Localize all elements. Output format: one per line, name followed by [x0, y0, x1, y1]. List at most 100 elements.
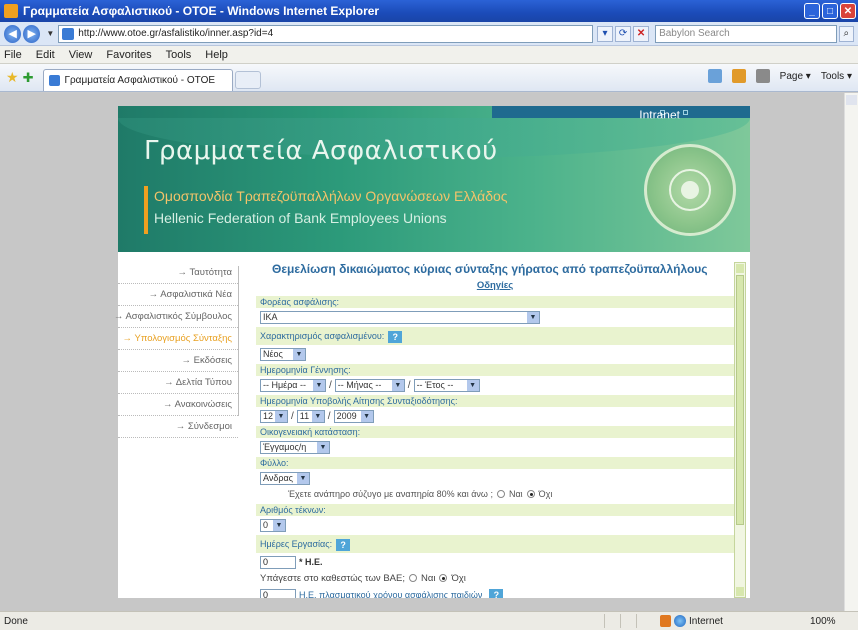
- tools-menu[interactable]: Tools ▾: [821, 71, 852, 82]
- nav-item-publications[interactable]: → Εκδόσεις: [118, 350, 238, 372]
- menu-file[interactable]: File: [4, 49, 22, 61]
- home-icon[interactable]: [707, 69, 722, 83]
- page-scrollbar[interactable]: [844, 93, 858, 611]
- insurer-label: Φορέας ασφάλισης:: [256, 296, 734, 308]
- print-icon[interactable]: [755, 69, 770, 83]
- tab-active[interactable]: Γραμματεία Ασφαλιστικού - ΟΤΟΕ: [43, 68, 234, 91]
- bae-yes-radio[interactable]: [408, 574, 417, 582]
- new-tab-button[interactable]: [235, 70, 262, 89]
- add-favorite-icon[interactable]: ✚: [23, 70, 34, 86]
- nav-item-insurance-advisor[interactable]: → Ασφαλιστικός Σύμβουλος: [114, 306, 238, 328]
- menu-view[interactable]: View: [69, 49, 93, 61]
- maximize-button[interactable]: □: [822, 3, 838, 19]
- nav-divider: [238, 266, 239, 416]
- sex-select[interactable]: Ανδρας ▼: [260, 471, 310, 485]
- nav-item-insurance-news[interactable]: → Ασφαλιστικά Νέα: [118, 284, 238, 306]
- status-text: Done: [4, 615, 28, 627]
- window-title: Γραμματεία Ασφαλιστικού - ΟΤΟΕ - Windows…: [23, 4, 380, 18]
- menu-help[interactable]: Help: [205, 49, 228, 61]
- federation-seal-logo: [644, 144, 736, 236]
- app-year-select[interactable]: 2009 ▼: [333, 409, 374, 423]
- scroll-up-button[interactable]: [736, 264, 744, 273]
- birthdate-label: Ημερομηνία Γέννησης:: [256, 364, 734, 376]
- feeds-icon[interactable]: [731, 69, 746, 83]
- app-day-select[interactable]: 12 ▼: [260, 409, 288, 423]
- bae-question: Υπάγεστε στο καθεστώς των ΒΑΕ; Ναι Όχι: [260, 572, 466, 584]
- page-menu[interactable]: Page ▾: [780, 71, 811, 82]
- work-days-unit: * Η.Ε.: [299, 557, 323, 567]
- site-subtitle-greek: Ομοσπονδία Τραπεζοϋπαλλήλων Οργανώσεων Ε…: [154, 188, 508, 204]
- chevron-down-icon: ▼: [297, 472, 309, 484]
- protected-mode-icon: [660, 615, 671, 627]
- chevron-down-icon: ▼: [317, 441, 329, 453]
- sex-label: Φύλλο:: [256, 457, 734, 469]
- address-url: http://www.otoe.gr/asfalistiko/inner.asp…: [78, 28, 274, 39]
- search-input[interactable]: Babylon Search: [655, 24, 837, 43]
- birth-day-select[interactable]: -- Ημέρα -- ▼: [260, 378, 326, 392]
- left-navigation: → Ταυτότητα → Ασφαλιστικά Νέα → Ασφαλιστ…: [114, 262, 238, 438]
- children-label: Αριθμός τέκνων:: [256, 504, 734, 516]
- help-icon[interactable]: ?: [336, 538, 351, 551]
- site-title: Γραμματεία Ασφαλιστικού: [144, 136, 498, 166]
- form-title: Θεμελίωση δικαιώματος κύριας σύνταξης γή…: [272, 262, 708, 276]
- disabled-spouse-yes-radio[interactable]: [496, 490, 505, 498]
- stop-icon[interactable]: ✕: [633, 25, 650, 42]
- zoom-level[interactable]: 100%: [810, 616, 836, 627]
- globe-icon: [674, 615, 686, 627]
- scroll-down-button[interactable]: [736, 587, 744, 596]
- top-strip: [492, 106, 750, 118]
- app-month-select[interactable]: 11 ▼: [296, 409, 325, 423]
- pension-form: Θεμελίωση δικαιώματος κύριας σύνταξης γή…: [256, 262, 734, 598]
- page-viewport: Intranet Γραμματεία Ασφαλιστικού Ομοσπον…: [0, 93, 858, 611]
- refresh-icon[interactable]: ⟳: [615, 25, 632, 42]
- nav-item-identity[interactable]: → Ταυτότητα: [118, 262, 238, 284]
- security-zone[interactable]: Internet: [660, 615, 780, 627]
- help-icon[interactable]: ?: [489, 589, 504, 598]
- top-link-square-icon[interactable]: [683, 109, 688, 115]
- scroll-thumb[interactable]: [736, 275, 744, 525]
- page-scroll-thumb[interactable]: [846, 95, 857, 105]
- instructions-link[interactable]: Οδηγίες: [256, 280, 734, 294]
- site-subtitle-english: Hellenic Federation of Bank Employees Un…: [154, 210, 447, 226]
- marital-status-select[interactable]: Έγγαμος/η ▼: [260, 440, 330, 454]
- insured-type-label: Χαρακτηρισμός ασφαλισμένου:?: [256, 327, 734, 345]
- bae-no-radio[interactable]: [439, 574, 448, 582]
- nav-item-pension-calculation[interactable]: → Υπολογισμός Σύνταξης: [118, 328, 238, 350]
- insured-type-select[interactable]: Νέος ▼: [260, 347, 306, 361]
- page-icon: [62, 27, 75, 40]
- chevron-down-icon: ▼: [293, 348, 305, 360]
- favorites-star-icon[interactable]: ★: [6, 69, 19, 86]
- extra-days-input[interactable]: 0: [260, 588, 296, 598]
- back-button[interactable]: ◀: [4, 24, 22, 43]
- nav-item-press-releases[interactable]: → Δελτία Τύπου: [118, 372, 238, 394]
- form-scrollbar[interactable]: [734, 262, 746, 598]
- address-dropdown-icon[interactable]: ▾: [597, 25, 614, 42]
- nav-item-links[interactable]: → Σύνδεσμοι: [118, 416, 238, 438]
- address-input[interactable]: http://www.otoe.gr/asfalistiko/inner.asp…: [58, 24, 594, 43]
- search-icon[interactable]: ⌕: [838, 25, 855, 42]
- insurer-select[interactable]: ΙΚΑ ▼: [260, 310, 540, 324]
- close-button[interactable]: ✕: [840, 3, 856, 19]
- history-dropdown-icon[interactable]: ▼: [46, 29, 54, 38]
- birth-month-select[interactable]: -- Μήνας -- ▼: [334, 378, 405, 392]
- chevron-down-icon: ▼: [360, 410, 373, 422]
- work-days-input[interactable]: 0: [260, 555, 296, 569]
- help-icon[interactable]: ?: [388, 330, 403, 343]
- search-placeholder: Babylon Search: [659, 28, 730, 39]
- menu-bar: File Edit View Favorites Tools Help: [0, 46, 858, 64]
- site-banner: Intranet Γραμματεία Ασφαλιστικού Ομοσπον…: [118, 106, 750, 252]
- minimize-button[interactable]: _: [804, 3, 820, 19]
- disabled-spouse-no-radio[interactable]: [526, 490, 535, 498]
- menu-tools[interactable]: Tools: [166, 49, 192, 61]
- nav-item-announcements[interactable]: → Ανακοινώσεις: [118, 394, 238, 416]
- forward-button[interactable]: ▶: [23, 24, 41, 43]
- marital-status-label: Οικογενειακή κατάσταση:: [256, 426, 734, 438]
- disabled-spouse-question: Έχετε ανάπηρο σύζυγο με αναπηρία 80% και…: [288, 489, 553, 499]
- menu-edit[interactable]: Edit: [36, 49, 55, 61]
- chevron-down-icon: ▼: [391, 379, 404, 391]
- chevron-down-icon: ▼: [311, 410, 324, 422]
- birth-year-select[interactable]: -- Έτος -- ▼: [413, 378, 480, 392]
- work-days-label: Ημέρες Εργασίας:?: [256, 535, 734, 553]
- children-select[interactable]: 0 ▼: [260, 518, 286, 532]
- menu-favorites[interactable]: Favorites: [106, 49, 151, 61]
